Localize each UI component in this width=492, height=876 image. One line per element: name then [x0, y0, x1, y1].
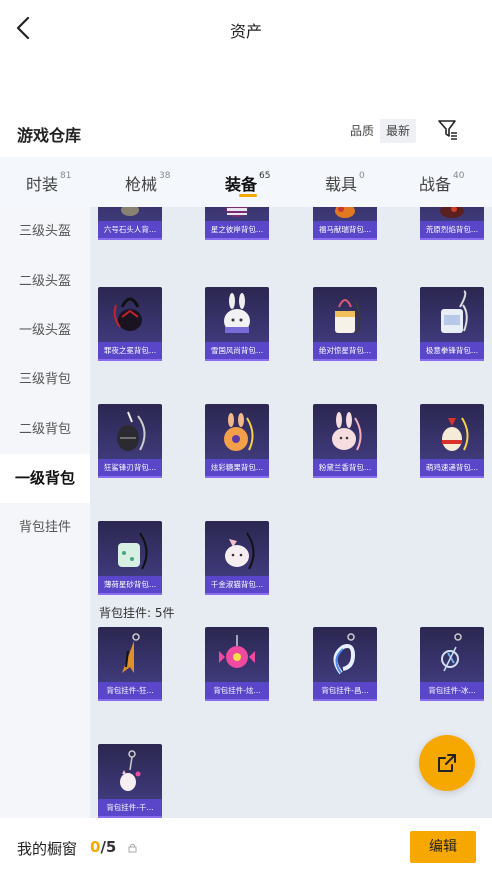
item-name: 狂鲨锋刃背包...: [98, 459, 162, 476]
sidebar-item-backpack-3[interactable]: 三级背包: [0, 355, 90, 404]
lock-icon: [128, 843, 137, 853]
item-image: [98, 521, 162, 576]
item-name: 绝对惊星背包...: [313, 342, 377, 359]
item-card[interactable]: 狂鲨锋刃背包...: [98, 404, 162, 478]
pendant-card[interactable]: 背包挂件-冰...: [420, 627, 484, 701]
item-image: [205, 521, 269, 576]
sidebar-item-backpack-2[interactable]: 二级背包: [0, 405, 90, 454]
item-name: 粉黛兰香背包...: [313, 459, 377, 476]
item-name: 炫彩糖果背包...: [205, 459, 269, 476]
pendant-card[interactable]: 背包挂件-狂...: [98, 627, 162, 701]
sidebar-item-pendants[interactable]: 背包挂件: [0, 503, 90, 552]
warehouse-title: 游戏仓库: [17, 126, 82, 145]
item-card[interactable]: 炫彩糖果背包...: [205, 404, 269, 478]
bottom-bar: 我的橱窗 0/5 编辑: [0, 818, 492, 876]
item-image: [313, 627, 377, 682]
item-name: 背包挂件-昌...: [313, 682, 377, 699]
tab-vehicles[interactable]: 载具 0: [325, 171, 365, 195]
item-name: 雪国风尚背包...: [205, 342, 269, 359]
pendant-card[interactable]: 背包挂件-千...: [98, 744, 162, 818]
tab-supplies[interactable]: 战备 40: [419, 171, 464, 195]
item-card[interactable]: 雪国风尚背包...: [205, 287, 269, 361]
section-label-pendants: 背包挂件: 5件: [99, 606, 175, 620]
tab-fashion[interactable]: 时装 81: [26, 171, 71, 195]
item-image: [205, 627, 269, 682]
item-image: [420, 627, 484, 682]
item-image: [98, 744, 162, 799]
item-image: [313, 404, 377, 459]
pendant-card[interactable]: 背包挂件-昌...: [313, 627, 377, 701]
sidebar-item-helmet-1[interactable]: 一级头盔: [0, 306, 90, 355]
top-bar: 资产: [0, 0, 492, 56]
item-name: 福马献瑞背包...: [313, 221, 377, 238]
item-name: 背包挂件-冰...: [420, 682, 484, 699]
sidebar-item-backpack-1[interactable]: 一级背包: [0, 454, 90, 503]
item-card[interactable]: 萌鸡速递背包...: [420, 404, 484, 478]
edit-button[interactable]: 编辑: [410, 831, 476, 863]
item-name: 萌鸡速递背包...: [420, 459, 484, 476]
item-card[interactable]: 薄荷星砂背包...: [98, 521, 162, 595]
item-name: 星之彼岸背包...: [205, 221, 269, 238]
sort-toggle: 品质 最新: [344, 119, 417, 143]
pendant-card[interactable]: 背包挂件-炫...: [205, 627, 269, 701]
item-card[interactable]: 荒原烈焰背包...: [420, 207, 484, 240]
item-image: [98, 404, 162, 459]
tab-equipment[interactable]: 装备 65: [225, 171, 270, 195]
item-name: 罪夜之冕背包...: [98, 342, 162, 359]
sidebar-item-helmet-3[interactable]: 三级头盔: [0, 207, 90, 256]
item-card[interactable]: 绝对惊星背包...: [313, 287, 377, 361]
showcase-label: 我的橱窗: [17, 840, 78, 858]
item-card[interactable]: 千金淑猫背包...: [205, 521, 269, 595]
item-grid: 六号石头人背... 星之彼岸背包... 福马献瑞背包... 荒原烈焰背包... …: [90, 207, 492, 818]
sort-latest-button[interactable]: 最新: [380, 119, 417, 143]
item-name: 六号石头人背...: [98, 221, 162, 238]
item-image: [98, 287, 162, 342]
item-name: 背包挂件-炫...: [205, 682, 269, 699]
item-card[interactable]: 罪夜之冕背包...: [98, 287, 162, 361]
item-image: [420, 207, 484, 221]
page-title: 资产: [229, 22, 262, 41]
sort-quality-button[interactable]: 品质: [344, 119, 381, 143]
item-image: [205, 207, 269, 221]
active-tab-indicator: [239, 194, 257, 197]
item-name: 背包挂件-千...: [98, 799, 162, 816]
tab-firearms[interactable]: 枪械 38: [125, 171, 170, 195]
item-card[interactable]: 福马献瑞背包...: [313, 207, 377, 240]
item-name: 极意拳锋背包...: [420, 342, 484, 359]
item-image: [98, 207, 162, 221]
item-card[interactable]: 极意拳锋背包...: [420, 287, 484, 361]
item-image: [98, 627, 162, 682]
item-name: 薄荷星砂背包...: [98, 576, 162, 593]
item-card[interactable]: 六号石头人背...: [98, 207, 162, 240]
item-card[interactable]: 粉黛兰香背包...: [313, 404, 377, 478]
category-tabs: 时装 81 枪械 38 装备 65 载具 0 战备 40: [0, 157, 492, 207]
showcase-count: 0/5: [90, 838, 117, 856]
item-image: [205, 404, 269, 459]
item-image: [205, 287, 269, 342]
item-card[interactable]: 星之彼岸背包...: [205, 207, 269, 240]
item-image: [420, 287, 484, 342]
item-image: [420, 404, 484, 459]
item-name: 背包挂件-狂...: [98, 682, 162, 699]
share-button[interactable]: [419, 735, 475, 791]
sidebar-item-helmet-2[interactable]: 二级头盔: [0, 257, 90, 306]
sidebar: 三级头盔 二级头盔 一级头盔 三级背包 二级背包 一级背包 背包挂件: [0, 207, 90, 818]
item-name: 千金淑猫背包...: [205, 576, 269, 593]
item-name: 荒原烈焰背包...: [420, 221, 484, 238]
share-icon: [438, 754, 456, 772]
item-image: [313, 207, 377, 221]
filter-icon[interactable]: [437, 118, 459, 140]
item-image: [313, 287, 377, 342]
